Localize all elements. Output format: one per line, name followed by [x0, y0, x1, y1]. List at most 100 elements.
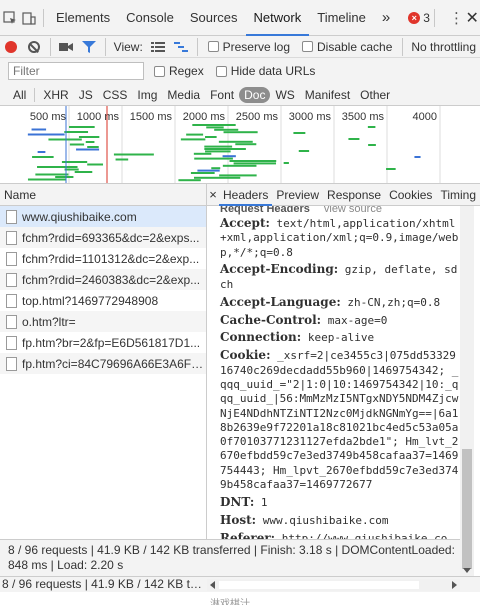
checkbox-box[interactable] [302, 41, 313, 52]
checkbox-box[interactable] [215, 65, 227, 77]
tab-cookies[interactable]: Cookies [385, 184, 436, 206]
scroll-left-arrow-icon[interactable] [210, 581, 215, 589]
tab-preview[interactable]: Preview [272, 184, 323, 206]
type-filter-all[interactable]: All [8, 87, 31, 103]
tab-elements[interactable]: Elements [48, 0, 118, 36]
view-label: View: [113, 39, 143, 54]
request-row[interactable]: fchm?rdid=2460383&dc=2&exp... [0, 269, 206, 290]
large-rows-toggle[interactable] [147, 36, 170, 58]
overview-request-bar [223, 131, 258, 134]
more-tabs-button[interactable]: » [374, 9, 398, 26]
capture-screenshots-button[interactable] [55, 36, 78, 58]
request-row[interactable]: top.html?1469772948908 [0, 290, 206, 311]
preserve-log-checkbox[interactable]: Preserve log [207, 40, 290, 54]
inspect-element-icon[interactable] [0, 0, 20, 36]
scroll-thumb[interactable] [219, 581, 419, 589]
overview-toggle[interactable] [170, 36, 193, 58]
overview-request-bar [205, 136, 217, 138]
overview-request-bar [85, 141, 95, 143]
header-entry: Host: www.qiushibaike.com [220, 513, 460, 528]
close-devtools-icon[interactable]: ✕ [464, 8, 480, 28]
request-row[interactable]: fchm?rdid=1101312&dc=2&exp... [0, 248, 206, 269]
throttling-select[interactable]: No throttling [411, 40, 476, 54]
regex-checkbox[interactable]: Regex [154, 64, 204, 78]
type-filter-doc[interactable]: Doc [239, 86, 271, 103]
divider [104, 37, 106, 56]
header-name: Accept-Encoding: [220, 262, 339, 277]
type-filter-xhr[interactable]: XHR [38, 87, 73, 103]
error-counter[interactable]: × 3 [408, 11, 430, 25]
detail-horizontal-scrollbar[interactable] [207, 579, 460, 591]
record-button[interactable] [0, 36, 23, 58]
document-icon [6, 356, 17, 371]
document-icon [6, 335, 17, 350]
request-row[interactable]: fp.htm?br=2&fp=E6D561817D1... [0, 332, 206, 353]
tab-timing[interactable]: Timing [436, 184, 480, 206]
tab-timeline[interactable]: Timeline [309, 0, 374, 36]
device-mode-icon[interactable] [20, 0, 40, 36]
overview-request-bar [206, 126, 224, 129]
checkbox-box[interactable] [207, 41, 219, 52]
overview-request-bar [190, 172, 215, 174]
type-filter-js[interactable]: JS [74, 87, 98, 103]
filter-input[interactable] [8, 62, 144, 80]
video-camera-icon [59, 42, 74, 51]
close-detail-icon[interactable]: × [207, 187, 219, 202]
overview-request-bar [222, 164, 257, 167]
overview-tick-label: 3000 ms [289, 111, 332, 123]
overview-request-bar [74, 171, 93, 173]
request-row[interactable]: www.qiushibaike.com [0, 206, 206, 227]
overview-request-bar [204, 148, 246, 150]
overview-request-bar [78, 136, 100, 138]
request-headers-list: Accept: text/html,application/xhtml+xml,… [220, 216, 460, 576]
tab-sources[interactable]: Sources [182, 0, 246, 36]
overview-request-bar [69, 143, 85, 146]
detail-vertical-scrollbar[interactable] [460, 206, 474, 576]
overview-request-bar [229, 160, 277, 162]
tab-response[interactable]: Response [323, 184, 385, 206]
status-tooltip: 8 / 96 requests | 41.9 KB / 142 KB trans… [0, 539, 460, 576]
overview-request-bar [197, 169, 220, 172]
request-headers-section-title[interactable]: Request Headers view source [220, 206, 460, 216]
type-filter-ws[interactable]: WS [270, 87, 299, 103]
scroll-thumb[interactable] [462, 449, 472, 569]
overview-request-bar [55, 176, 74, 178]
type-filter-media[interactable]: Media [162, 87, 205, 103]
overview-request-bar [35, 173, 69, 176]
overview-tick-label: 1500 ms [130, 111, 173, 123]
overview-request-bar [218, 140, 253, 143]
overview-request-bar [194, 176, 241, 179]
scroll-down-arrow-icon[interactable] [463, 568, 471, 573]
scroll-right-arrow-icon[interactable] [452, 581, 457, 589]
filter-toggle-button[interactable] [78, 36, 101, 58]
type-filter-img[interactable]: Img [132, 87, 162, 103]
request-name: www.qiushibaike.com [22, 209, 137, 224]
tab-headers[interactable]: Headers [218, 184, 273, 206]
disable-cache-checkbox[interactable]: Disable cache [302, 40, 392, 54]
request-list: www.qiushibaike.com fchm?rdid=693365&dc=… [0, 206, 207, 539]
overview-request-bar [178, 179, 201, 182]
view-source-link[interactable]: view source [324, 206, 382, 215]
request-name: top.html?1469772948908 [22, 293, 159, 308]
more-options-icon[interactable]: ⋮ [449, 9, 465, 27]
tab-network[interactable]: Network [245, 0, 310, 36]
overview-tick-label: 2000 ms [183, 111, 226, 123]
overview-request-bar [219, 174, 257, 177]
request-row[interactable]: o.htm?ltr= [0, 311, 206, 332]
hide-data-urls-checkbox[interactable]: Hide data URLs [215, 64, 315, 78]
request-row[interactable]: fchm?rdid=693365&dc=2&exps... [0, 227, 206, 248]
overview-request-bar [37, 151, 46, 153]
type-filter-css[interactable]: CSS [98, 87, 133, 103]
checkbox-box[interactable] [154, 65, 165, 77]
overview-request-bar [37, 166, 78, 168]
name-column-header[interactable]: Name [0, 184, 207, 206]
type-filter-font[interactable]: Font [205, 87, 239, 103]
document-icon [6, 272, 17, 287]
tab-console[interactable]: Console [118, 0, 182, 36]
type-filter-other[interactable]: Other [355, 87, 395, 103]
type-filter-manifest[interactable]: Manifest [300, 87, 355, 103]
clear-button[interactable] [23, 36, 46, 58]
document-icon [6, 314, 17, 329]
timeline-overview[interactable]: 500 ms 1000 ms 1500 ms 2000 ms 2500 ms 3000 m… [0, 106, 480, 184]
request-row[interactable]: fp.htm?ci=84C79696A66E3A6FD... [0, 353, 206, 374]
